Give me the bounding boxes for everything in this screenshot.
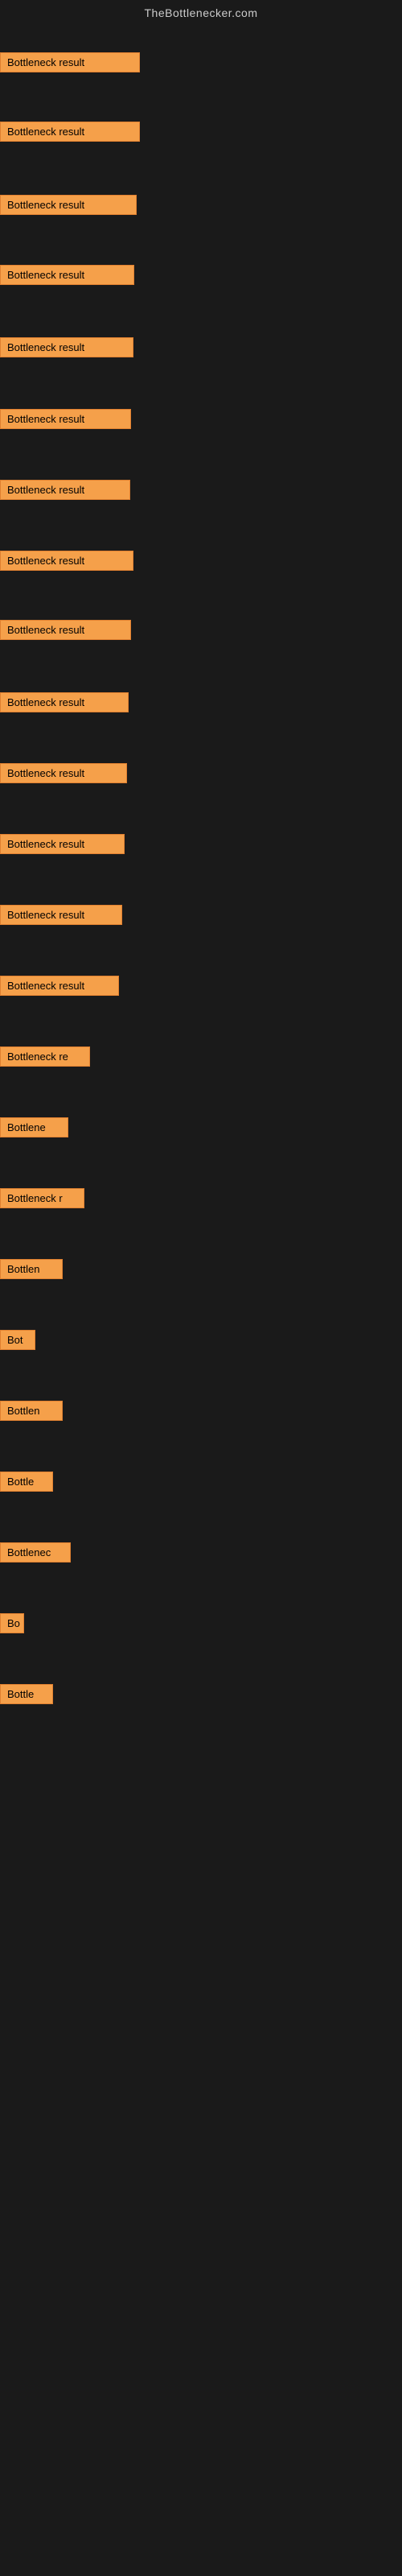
bottleneck-result-item[interactable]: Bottleneck result: [0, 763, 127, 783]
bottleneck-result-item[interactable]: Bottleneck result: [0, 834, 125, 854]
bottleneck-result-item[interactable]: Bottleneck result: [0, 692, 129, 712]
bottleneck-result-item[interactable]: Bottle: [0, 1472, 53, 1492]
bottleneck-result-item[interactable]: Bottleneck r: [0, 1188, 84, 1208]
bottleneck-result-item[interactable]: Bottleneck result: [0, 337, 133, 357]
bottleneck-result-item[interactable]: Bottleneck result: [0, 905, 122, 925]
bottleneck-result-item[interactable]: Bottleneck result: [0, 480, 130, 500]
bottleneck-result-item[interactable]: Bo: [0, 1613, 24, 1633]
bottleneck-result-item[interactable]: Bottle: [0, 1684, 53, 1704]
bottleneck-result-item[interactable]: Bottleneck result: [0, 409, 131, 429]
bottleneck-result-item[interactable]: Bottleneck result: [0, 52, 140, 72]
bottleneck-result-item[interactable]: Bottleneck result: [0, 976, 119, 996]
bottleneck-result-item[interactable]: Bottleneck re: [0, 1046, 90, 1067]
bottleneck-result-item[interactable]: Bottleneck result: [0, 551, 133, 571]
bottleneck-result-item[interactable]: Bottlenec: [0, 1542, 71, 1563]
bottleneck-result-item[interactable]: Bottlen: [0, 1259, 63, 1279]
site-title: TheBottlenecker.com: [0, 0, 402, 23]
bottleneck-result-item[interactable]: Bottlene: [0, 1117, 68, 1137]
bottleneck-result-item[interactable]: Bot: [0, 1330, 35, 1350]
bottleneck-result-item[interactable]: Bottlen: [0, 1401, 63, 1421]
bottleneck-result-item[interactable]: Bottleneck result: [0, 620, 131, 640]
bottleneck-result-item[interactable]: Bottleneck result: [0, 265, 134, 285]
bottleneck-result-item[interactable]: Bottleneck result: [0, 122, 140, 142]
bottleneck-result-item[interactable]: Bottleneck result: [0, 195, 137, 215]
